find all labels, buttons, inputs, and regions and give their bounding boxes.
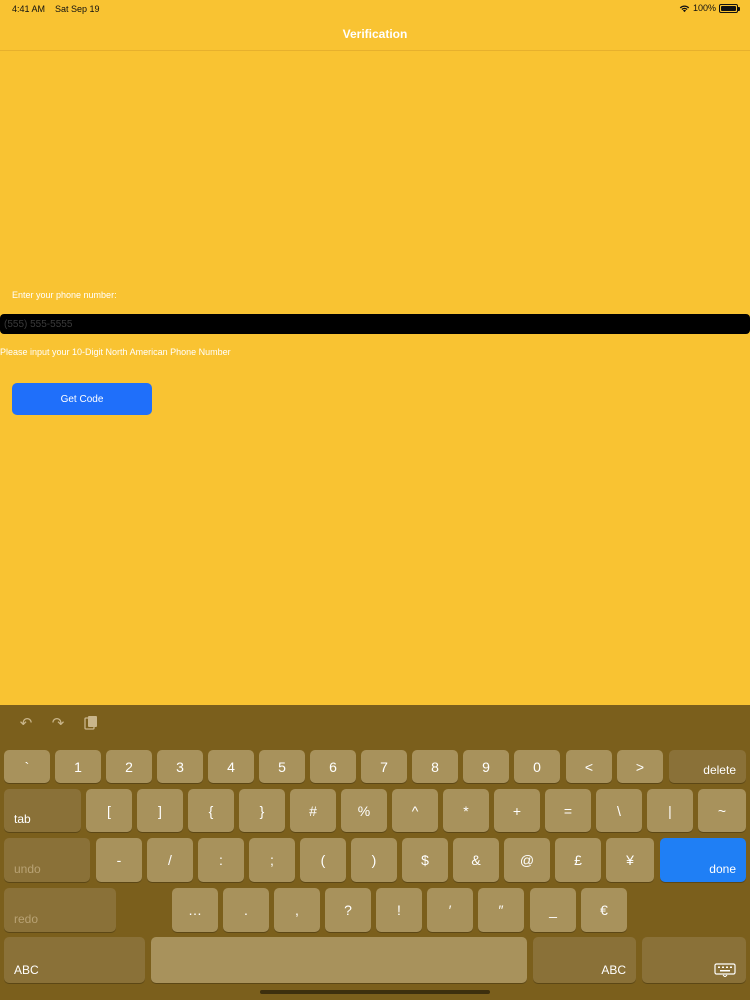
phone-input[interactable] bbox=[0, 314, 750, 334]
key[interactable]: < bbox=[566, 750, 612, 783]
abc-key-left[interactable]: ABC bbox=[4, 937, 145, 983]
delete-key[interactable]: delete bbox=[669, 750, 746, 783]
nav-divider bbox=[0, 50, 750, 51]
key[interactable]: $ bbox=[402, 838, 448, 882]
key[interactable]: 7 bbox=[361, 750, 407, 783]
key[interactable]: = bbox=[545, 789, 591, 832]
key[interactable]: 3 bbox=[157, 750, 203, 783]
key[interactable]: 6 bbox=[310, 750, 356, 783]
key[interactable]: , bbox=[274, 888, 320, 932]
key[interactable]: ( bbox=[300, 838, 346, 882]
key[interactable]: ′ bbox=[427, 888, 473, 932]
key[interactable]: * bbox=[443, 789, 489, 832]
key[interactable]: / bbox=[147, 838, 193, 882]
key[interactable]: > bbox=[617, 750, 663, 783]
redo-key[interactable]: redo bbox=[4, 888, 116, 932]
redo-icon[interactable]: ↷ bbox=[49, 715, 67, 733]
key[interactable]: ) bbox=[351, 838, 397, 882]
status-date: Sat Sep 19 bbox=[55, 4, 100, 14]
abc-key-right[interactable]: ABC bbox=[533, 937, 636, 983]
key[interactable]: ¥ bbox=[606, 838, 654, 882]
keyboard: ↶ ↷ ` 1 2 3 4 5 6 7 8 9 0 < > delete tab… bbox=[0, 705, 750, 1000]
status-time: 4:41 AM bbox=[12, 4, 46, 14]
done-key[interactable]: done bbox=[660, 838, 746, 882]
key[interactable]: [ bbox=[86, 789, 132, 832]
key[interactable]: £ bbox=[555, 838, 601, 882]
key[interactable]: ^ bbox=[392, 789, 438, 832]
key[interactable]: ! bbox=[376, 888, 422, 932]
key[interactable]: ; bbox=[249, 838, 295, 882]
keyboard-dismiss-icon bbox=[714, 963, 736, 977]
key[interactable]: 8 bbox=[412, 750, 458, 783]
home-indicator[interactable] bbox=[260, 990, 490, 994]
key[interactable]: . bbox=[223, 888, 269, 932]
phone-helper-text: Please input your 10-Digit North America… bbox=[0, 347, 231, 357]
key[interactable]: \ bbox=[596, 789, 642, 832]
key[interactable]: 2 bbox=[106, 750, 152, 783]
key[interactable]: & bbox=[453, 838, 499, 882]
get-code-button[interactable]: Get Code bbox=[12, 383, 152, 415]
key[interactable]: _ bbox=[530, 888, 576, 932]
status-right: 100% bbox=[679, 3, 740, 13]
key[interactable]: 5 bbox=[259, 750, 305, 783]
key[interactable]: € bbox=[581, 888, 627, 932]
clipboard-shape bbox=[84, 716, 97, 730]
key[interactable]: 1 bbox=[55, 750, 101, 783]
key[interactable]: ] bbox=[137, 789, 183, 832]
key[interactable]: 0 bbox=[514, 750, 560, 783]
key[interactable]: : bbox=[198, 838, 244, 882]
dismiss-keyboard-key[interactable] bbox=[642, 937, 746, 983]
key[interactable]: ″ bbox=[478, 888, 524, 932]
wifi-icon bbox=[679, 4, 690, 12]
phone-label: Enter your phone number: bbox=[12, 290, 117, 300]
page-title: Verification bbox=[342, 27, 408, 41]
key[interactable]: ` bbox=[4, 750, 50, 783]
key[interactable]: - bbox=[96, 838, 142, 882]
key[interactable]: @ bbox=[504, 838, 550, 882]
key[interactable]: ~ bbox=[698, 789, 746, 832]
key[interactable]: { bbox=[188, 789, 234, 832]
battery-percent: 100% bbox=[692, 3, 716, 13]
paste-icon[interactable] bbox=[82, 715, 100, 733]
key[interactable]: | bbox=[647, 789, 693, 832]
key[interactable]: 9 bbox=[463, 750, 509, 783]
key[interactable]: # bbox=[290, 789, 336, 832]
key[interactable]: % bbox=[341, 789, 387, 832]
undo-icon[interactable]: ↶ bbox=[17, 715, 35, 733]
battery-icon bbox=[719, 3, 740, 13]
key[interactable]: … bbox=[172, 888, 218, 932]
tab-key[interactable]: tab bbox=[4, 789, 81, 832]
key[interactable]: 4 bbox=[208, 750, 254, 783]
undo-key[interactable]: undo bbox=[4, 838, 90, 882]
space-key[interactable] bbox=[151, 937, 527, 983]
status-bar: 4:41 AM Sat Sep 19 100% bbox=[0, 0, 750, 18]
key[interactable]: } bbox=[239, 789, 285, 832]
key[interactable]: ? bbox=[325, 888, 371, 932]
key[interactable]: + bbox=[494, 789, 540, 832]
